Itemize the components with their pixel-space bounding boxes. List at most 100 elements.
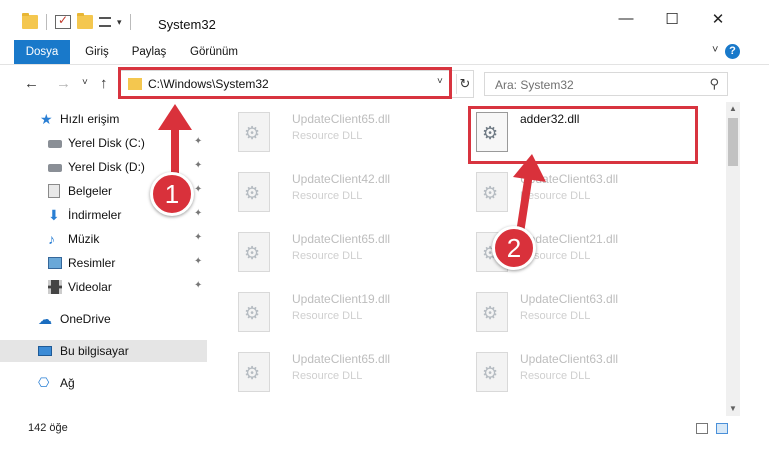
maximize-button[interactable]: ☐ xyxy=(660,10,684,32)
details-view-icon[interactable] xyxy=(696,423,708,434)
nav-item-onedrive[interactable]: ☁ OneDrive xyxy=(0,308,207,330)
minimize-button[interactable]: — xyxy=(614,10,638,32)
list-item[interactable]: UpdateClient65.dll Resource DLL xyxy=(220,346,450,396)
scroll-down-icon[interactable]: ▼ xyxy=(726,402,740,416)
window-bottom xyxy=(0,440,769,473)
nav-label: OneDrive xyxy=(60,312,111,326)
dll-file-icon xyxy=(238,112,270,152)
nav-label: Hızlı erişim xyxy=(60,112,120,126)
documents-icon xyxy=(48,184,60,198)
pictures-icon xyxy=(48,257,62,269)
videos-icon xyxy=(48,280,62,294)
list-item[interactable]: UpdateClient65.dll Resource DLL xyxy=(220,106,450,156)
file-name: UpdateClient65.dll xyxy=(292,352,391,366)
music-icon: ♪ xyxy=(48,231,55,247)
pin-icon[interactable]: ✦ xyxy=(194,232,202,243)
status-bar: 142 öğe xyxy=(0,416,740,440)
nav-item-music[interactable]: ♪ Müzik ✦ xyxy=(0,228,207,250)
tab-view[interactable]: Görünüm xyxy=(182,40,246,64)
quick-access-toolbar: ▾ xyxy=(22,13,133,30)
nav-label: İndirmeler xyxy=(68,208,122,222)
close-button[interactable]: ✕ xyxy=(706,10,730,32)
file-name: UpdateClient19.dll xyxy=(292,292,391,306)
tab-share[interactable]: Paylaş xyxy=(124,40,174,64)
nav-label: Bu bilgisayar xyxy=(60,344,129,358)
window-edge xyxy=(740,102,769,416)
tab-home[interactable]: Giriş xyxy=(76,40,118,64)
nav-label: Müzik xyxy=(68,232,100,246)
new-folder-icon[interactable] xyxy=(77,13,93,29)
dll-file-icon xyxy=(476,352,508,392)
list-item[interactable]: UpdateClient63.dll Resource DLL xyxy=(458,286,688,336)
scrollbar-thumb[interactable] xyxy=(728,118,738,166)
item-count: 142 öğe xyxy=(28,422,68,434)
navigation-bar: ← → ˅ ↑ C:\Windows\System32 ˅ ↻ Ara: Sys… xyxy=(0,64,769,102)
pin-icon[interactable]: ✦ xyxy=(194,280,202,291)
file-name: UpdateClient63.dll xyxy=(520,352,619,366)
large-icons-view-icon[interactable] xyxy=(716,423,728,434)
file-type: Resource DLL xyxy=(520,370,591,382)
nav-label: Ağ xyxy=(60,376,75,390)
nav-item-videos[interactable]: Videolar ✦ xyxy=(0,276,207,298)
customize-dropdown-icon[interactable]: ▾ xyxy=(117,17,122,28)
file-type: Resource DLL xyxy=(292,370,363,382)
pin-icon[interactable]: ✦ xyxy=(194,256,202,267)
search-icon[interactable]: ⚲ xyxy=(709,76,719,92)
star-icon: ★ xyxy=(40,111,53,127)
nav-label: Yerel Disk (C:) xyxy=(68,136,145,150)
vertical-scrollbar[interactable]: ▲ ▼ xyxy=(726,102,740,416)
file-type: Resource DLL xyxy=(292,130,363,142)
dll-file-icon xyxy=(238,292,270,332)
expand-ribbon-icon[interactable]: ˅ xyxy=(712,44,718,56)
file-type: Resource DLL xyxy=(292,310,363,322)
toolbar-divider xyxy=(129,14,131,30)
list-item[interactable]: UpdateClient63.dll Resource DLL xyxy=(458,166,688,216)
scroll-up-icon[interactable]: ▲ xyxy=(726,102,740,116)
nav-label: Videolar xyxy=(68,280,112,294)
up-button[interactable]: ↑ xyxy=(100,75,108,92)
recent-locations-button[interactable]: ˅ xyxy=(82,77,88,88)
list-item[interactable]: UpdateClient63.dll Resource DLL xyxy=(458,346,688,396)
computer-icon xyxy=(38,346,52,356)
nav-item-pictures[interactable]: Resimler ✦ xyxy=(0,252,207,274)
title-bar: ▾ System32 — ☐ ✕ xyxy=(0,0,769,40)
file-name: UpdateClient65.dll xyxy=(292,112,391,126)
nav-item-this-pc[interactable]: Bu bilgisayar xyxy=(0,340,207,362)
dll-file-icon xyxy=(238,352,270,392)
step-badge-2: 2 xyxy=(492,226,536,270)
search-input[interactable]: Ara: System32 xyxy=(495,78,574,92)
properties-icon[interactable] xyxy=(55,13,71,29)
ribbon-tabs: Dosya Giriş Paylaş Görünüm ˅ ? xyxy=(0,40,769,90)
list-item[interactable]: UpdateClient65.dll Resource DLL xyxy=(220,226,450,276)
window-title: System32 xyxy=(158,17,216,32)
pin-icon[interactable]: ✦ xyxy=(194,208,202,219)
dll-file-icon xyxy=(476,292,508,332)
search-box[interactable]: Ara: System32 ⚲ xyxy=(484,72,728,96)
toolbar-divider xyxy=(46,14,47,30)
refresh-button[interactable]: ↻ xyxy=(456,74,473,94)
file-name: UpdateClient63.dll xyxy=(520,292,619,306)
back-button[interactable]: ← xyxy=(24,75,39,92)
nav-label: Yerel Disk (D:) xyxy=(68,160,145,174)
downloads-icon: ⬇ xyxy=(48,207,60,223)
drive-icon xyxy=(48,140,62,148)
file-type: Resource DLL xyxy=(520,310,591,322)
forward-button[interactable]: → xyxy=(56,75,71,92)
list-item[interactable]: UpdateClient42.dll Resource DLL xyxy=(220,166,450,216)
file-list: UpdateClient65.dll Resource DLL UpdateCl… xyxy=(210,102,726,416)
list-item[interactable]: UpdateClient19.dll Resource DLL xyxy=(220,286,450,336)
help-icon[interactable]: ? xyxy=(725,44,740,59)
dll-file-icon xyxy=(238,232,270,272)
nav-item-network[interactable]: ⎔ Ağ xyxy=(0,372,207,394)
customize-toolbar-icon[interactable] xyxy=(99,17,111,27)
step-badge-1: 1 xyxy=(150,172,194,216)
address-highlight-box xyxy=(118,67,452,99)
drive-icon xyxy=(48,164,62,172)
file-name: UpdateClient65.dll xyxy=(292,232,391,246)
dll-file-icon xyxy=(238,172,270,212)
folder-icon xyxy=(22,13,38,29)
file-type: Resource DLL xyxy=(292,190,363,202)
onedrive-icon: ☁ xyxy=(38,311,52,327)
file-type: Resource DLL xyxy=(292,250,363,262)
nav-label: Belgeler xyxy=(68,184,113,198)
